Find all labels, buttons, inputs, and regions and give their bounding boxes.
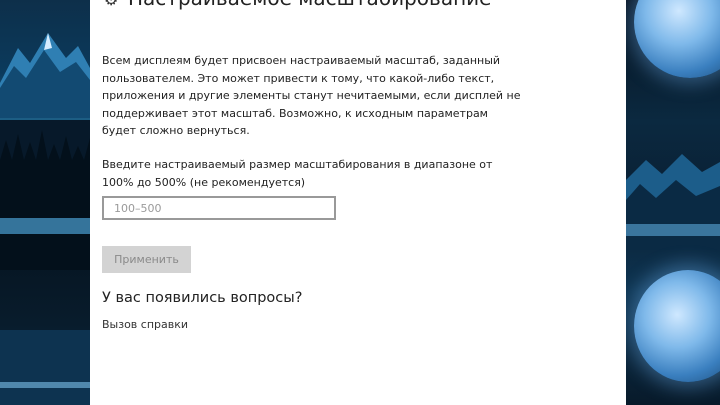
forest-image xyxy=(0,120,90,270)
moon-image xyxy=(634,0,720,78)
scale-input-prompt: Введите настраиваемый размер масштабиров… xyxy=(102,158,493,189)
mountain-village-image xyxy=(626,154,720,250)
moon-reflection-image xyxy=(634,270,720,382)
custom-scale-input[interactable] xyxy=(102,196,336,220)
gear-icon: ⚙ xyxy=(104,0,118,9)
lake-reflection-image xyxy=(0,330,90,405)
wallpaper-left xyxy=(0,0,90,405)
help-link[interactable]: Вызов справки xyxy=(102,318,188,331)
snowy-mountain-image xyxy=(0,33,90,118)
wallpaper-right xyxy=(626,0,720,405)
questions-heading: У вас появились вопросы? xyxy=(102,290,303,306)
page-title: ⚙ Настраиваемое масштабирование xyxy=(104,0,491,10)
page-title-text: Настраиваемое масштабирование xyxy=(128,0,491,10)
desktop: ⚙ Настраиваемое масштабирование Всем дисп… xyxy=(0,0,720,405)
settings-panel: ⚙ Настраиваемое масштабирование Всем дисп… xyxy=(90,0,626,405)
apply-button[interactable]: Применить xyxy=(102,246,191,273)
warning-description: Всем дисплеям будет присвоен настраиваем… xyxy=(102,54,521,137)
